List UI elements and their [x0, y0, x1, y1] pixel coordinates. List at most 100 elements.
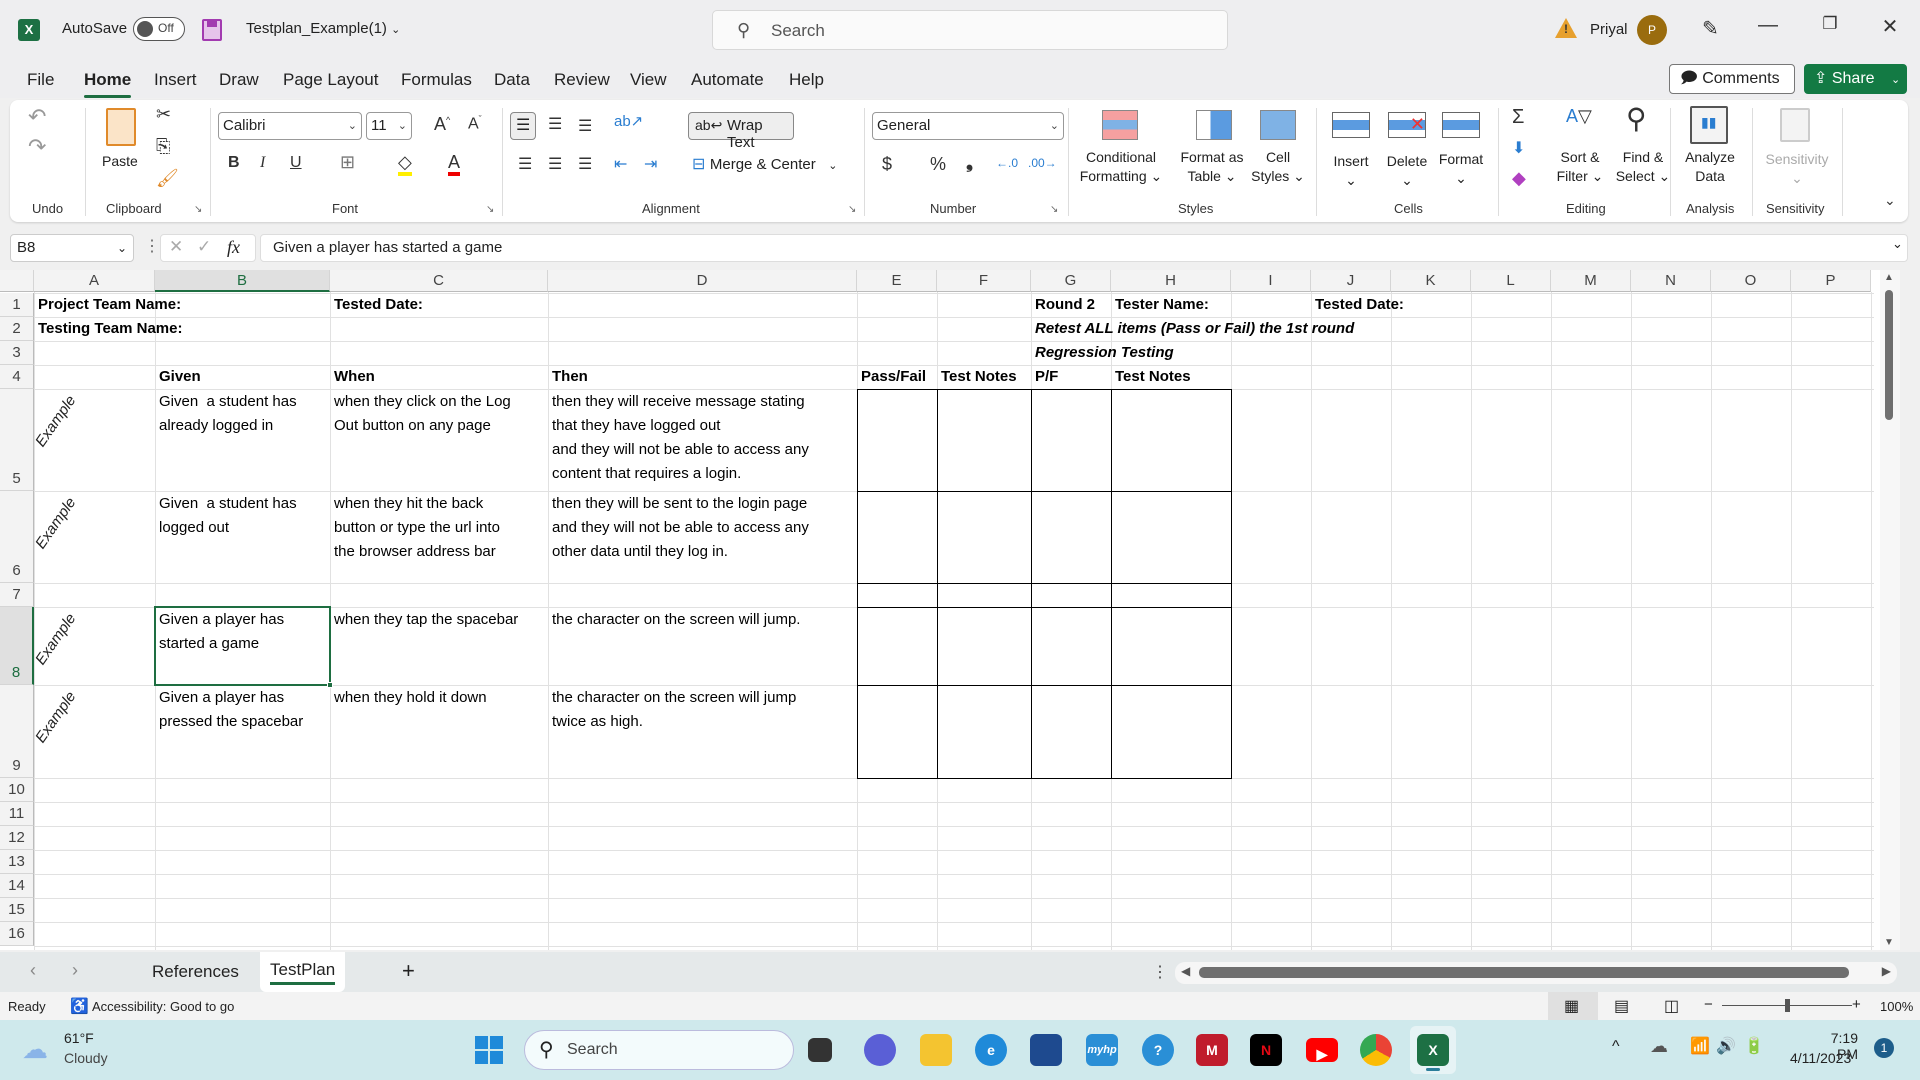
autosum-icon[interactable]: Σ: [1512, 106, 1524, 129]
row-header-2[interactable]: 2: [0, 317, 34, 341]
row-header-5[interactable]: 5: [0, 389, 34, 491]
cell-h1[interactable]: Tester Name:: [1111, 293, 1209, 317]
font-color-icon[interactable]: A: [448, 152, 461, 176]
prev-sheet-icon[interactable]: ‹: [30, 960, 36, 981]
tab-data[interactable]: Data: [494, 70, 530, 90]
share-button[interactable]: ⇪ Share ⌄: [1804, 64, 1907, 94]
comments-button[interactable]: 🗩 Comments: [1669, 64, 1795, 94]
zoom-in-button[interactable]: +: [1852, 996, 1861, 1013]
dialog-launcher-icon[interactable]: ↘: [486, 204, 494, 215]
align-center-icon[interactable]: ☰: [548, 154, 562, 174]
cell-a1[interactable]: Project Team Name:: [34, 293, 181, 317]
column-header-o[interactable]: O: [1711, 270, 1791, 292]
zoom-level[interactable]: 100%: [1880, 999, 1913, 1014]
cell-given[interactable]: Given a student has logged out: [155, 492, 330, 540]
tab-page-layout[interactable]: Page Layout: [283, 70, 378, 90]
column-header-a[interactable]: A: [34, 270, 155, 292]
name-box[interactable]: B8 ⌄: [10, 234, 134, 262]
increase-decimal-icon[interactable]: ←.0: [996, 156, 1018, 170]
column-header-h[interactable]: H: [1111, 270, 1231, 292]
row-header-6[interactable]: 6: [0, 491, 34, 583]
bold-icon[interactable]: B: [228, 154, 240, 172]
column-header-l[interactable]: L: [1471, 270, 1551, 292]
add-sheet-button[interactable]: +: [402, 958, 415, 984]
column-header-m[interactable]: M: [1551, 270, 1631, 292]
cell-then[interactable]: the character on the screen will jump.: [548, 608, 857, 632]
mcafee-icon[interactable]: M: [1196, 1034, 1228, 1066]
column-header-j[interactable]: J: [1311, 270, 1391, 292]
fill-color-icon[interactable]: ◇: [398, 152, 412, 176]
scroll-right-icon[interactable]: ▶: [1882, 964, 1891, 978]
column-header-b[interactable]: B: [155, 270, 330, 292]
copy-icon[interactable]: ⎘: [156, 136, 170, 157]
row-header-14[interactable]: 14: [0, 874, 34, 898]
dialog-launcher-icon[interactable]: ↘: [194, 204, 202, 215]
clear-icon[interactable]: ◆: [1512, 168, 1526, 189]
fill-icon[interactable]: ⬇: [1512, 138, 1525, 158]
decrease-font-icon[interactable]: Aˇ: [468, 114, 482, 133]
wrap-text-button[interactable]: ab↩ Wrap Text: [688, 112, 794, 151]
cell-g1[interactable]: Round 2: [1031, 293, 1095, 317]
merge-center-button[interactable]: ⊟ Merge & Center ⌄: [692, 154, 862, 178]
sheet-tab-references[interactable]: References: [152, 962, 239, 982]
collapse-ribbon-icon[interactable]: ⌄: [1884, 192, 1896, 209]
autosave-toggle[interactable]: Off: [133, 17, 185, 41]
column-header-g[interactable]: G: [1031, 270, 1111, 292]
result-cell[interactable]: [1031, 685, 1112, 779]
select-all-corner[interactable]: [0, 270, 34, 292]
cell-when[interactable]: when they hit the back button or type th…: [330, 492, 548, 564]
decrease-indent-icon[interactable]: ⇤: [614, 154, 627, 174]
bottom-align-icon[interactable]: ☰: [578, 116, 592, 136]
netflix-icon[interactable]: N: [1250, 1034, 1282, 1066]
increase-font-icon[interactable]: A^: [434, 114, 450, 135]
cell-when[interactable]: when they hold it down: [330, 686, 548, 710]
save-icon[interactable]: [202, 19, 222, 41]
align-right-icon[interactable]: ☰: [578, 154, 592, 174]
result-cell[interactable]: [857, 685, 938, 779]
clock-date[interactable]: 4/11/2023: [1790, 1050, 1851, 1066]
zoom-slider-thumb[interactable]: [1785, 999, 1790, 1012]
find-icon[interactable]: ⚲: [1626, 102, 1647, 135]
cell-h4[interactable]: Test Notes: [1111, 365, 1191, 389]
cell-then[interactable]: then they will be sent to the login page…: [548, 492, 857, 564]
show-hidden-icons[interactable]: ^: [1612, 1038, 1620, 1056]
cell-j1[interactable]: Tested Date:: [1311, 293, 1404, 317]
tab-draw[interactable]: Draw: [219, 70, 259, 90]
cell-a2[interactable]: Testing Team Name:: [34, 317, 182, 341]
result-cell[interactable]: [1111, 583, 1232, 608]
redo-icon[interactable]: ↷: [28, 134, 46, 160]
onedrive-error-icon[interactable]: ☁: [1650, 1036, 1668, 1057]
file-explorer-icon[interactable]: [920, 1034, 952, 1066]
cell-d4[interactable]: Then: [548, 365, 588, 389]
cell-g4[interactable]: P/F: [1031, 365, 1058, 389]
dialog-launcher-icon[interactable]: ↘: [1050, 204, 1058, 215]
row-header-13[interactable]: 13: [0, 850, 34, 874]
column-header-e[interactable]: E: [857, 270, 937, 292]
cell-c1[interactable]: Tested Date:: [330, 293, 423, 317]
sort-filter-button[interactable]: Sort & Filter ⌄: [1550, 148, 1610, 186]
row-header-12[interactable]: 12: [0, 826, 34, 850]
underline-icon[interactable]: U: [290, 154, 302, 172]
row-header-9[interactable]: 9: [0, 685, 34, 778]
scroll-left-icon[interactable]: ◀: [1181, 964, 1190, 978]
cell-then[interactable]: the character on the screen will jump tw…: [548, 686, 857, 734]
row-header-1[interactable]: 1: [0, 293, 34, 317]
result-cell[interactable]: [937, 491, 1032, 584]
scrollbar-thumb[interactable]: [1199, 967, 1849, 978]
find-select-button[interactable]: Find & Select ⌄: [1612, 148, 1674, 186]
page-break-view-icon[interactable]: ◫: [1664, 996, 1679, 1016]
column-header-d[interactable]: D: [548, 270, 857, 292]
align-left-icon[interactable]: ☰: [518, 154, 532, 174]
zoom-slider[interactable]: [1722, 999, 1852, 1012]
cut-icon[interactable]: ✂: [156, 104, 171, 125]
result-cell[interactable]: [1031, 389, 1112, 492]
cell-styles-button[interactable]: Cell Styles ⌄: [1250, 148, 1306, 186]
youtube-icon[interactable]: ▶: [1306, 1038, 1338, 1062]
conditional-formatting-button[interactable]: Conditional Formatting ⌄: [1078, 148, 1164, 186]
minimize-button[interactable]: —: [1748, 14, 1788, 37]
vertical-scrollbar[interactable]: ▲ ▼: [1880, 270, 1900, 950]
normal-view-button[interactable]: ▦: [1548, 992, 1598, 1020]
teams-icon[interactable]: [864, 1034, 896, 1066]
active-cell-selection[interactable]: [154, 606, 333, 688]
pen-icon[interactable]: ✎: [1702, 16, 1719, 41]
